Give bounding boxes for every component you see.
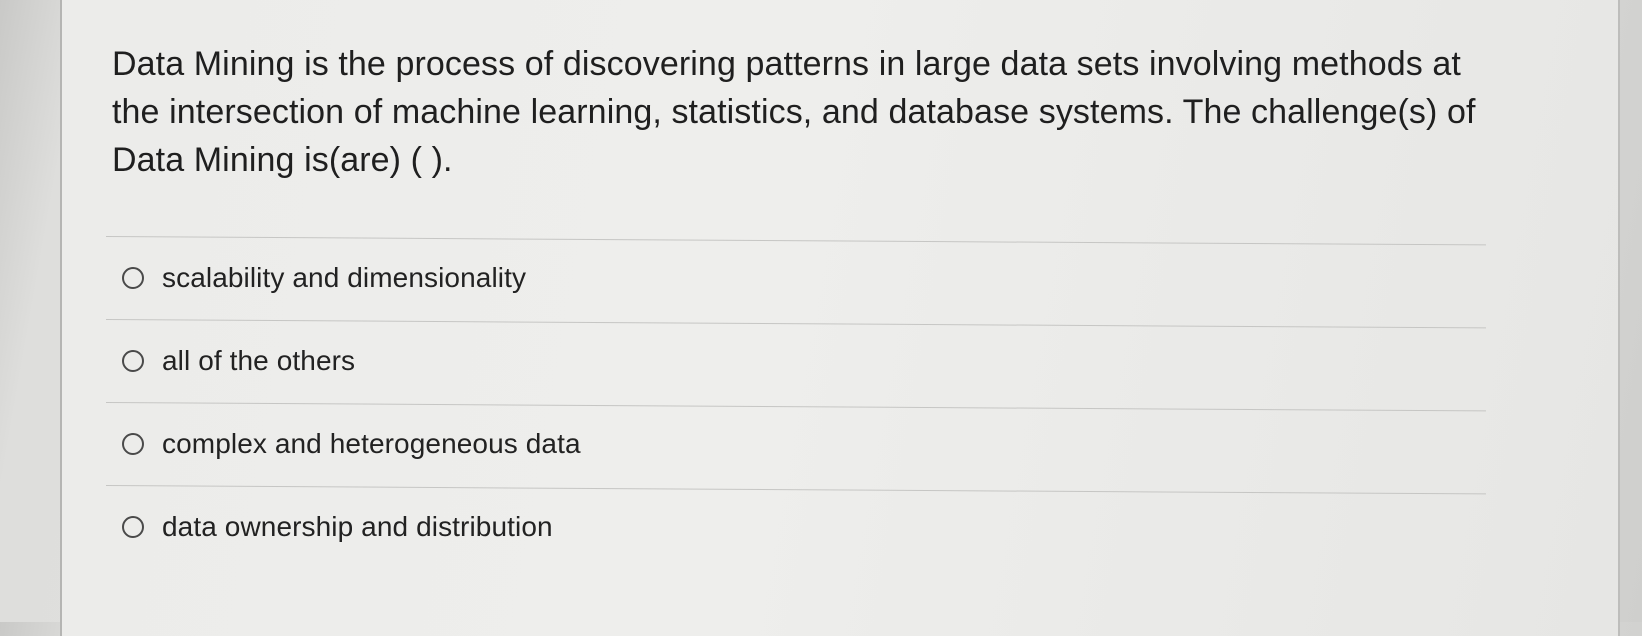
answer-options: scalability and dimensionality all of th… [105,236,1486,568]
option-data-ownership[interactable]: data ownership and distribution [106,486,1486,568]
option-label: data ownership and distribution [162,511,553,542]
option-scalability[interactable]: scalability and dimensionality [106,237,1486,319]
option-complex-data[interactable]: complex and heterogeneous data [106,403,1486,485]
radio-button[interactable] [122,516,144,538]
option-label: all of the others [162,345,356,376]
option-all-of-the-others[interactable]: all of the others [106,320,1486,402]
radio-button[interactable] [122,267,144,289]
question-card: Data Mining is the process of discoverin… [60,0,1620,636]
radio-button[interactable] [122,350,144,372]
option-label: scalability and dimensionality [162,262,527,293]
option-label: complex and heterogeneous data [162,428,581,459]
radio-button[interactable] [122,433,144,455]
question-text: Data Mining is the process of discoverin… [112,45,1476,179]
